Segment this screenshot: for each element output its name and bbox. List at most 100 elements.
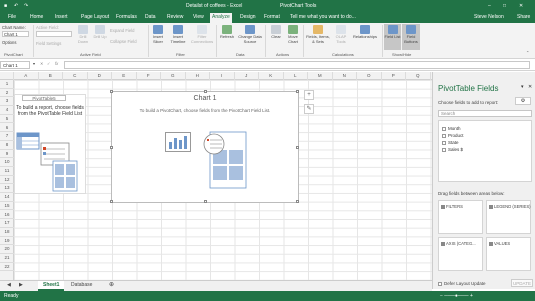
row-header[interactable]: 11 bbox=[0, 167, 14, 176]
tell-me-search[interactable]: Tell me what you want to do... bbox=[288, 14, 358, 21]
column-header[interactable]: D bbox=[88, 72, 112, 80]
resize-handle-sw[interactable] bbox=[110, 200, 113, 203]
row-header[interactable]: 9 bbox=[0, 150, 14, 159]
column-header[interactable]: O bbox=[357, 72, 382, 80]
tab-format[interactable]: Format bbox=[262, 14, 282, 21]
resize-handle-nw[interactable] bbox=[110, 90, 113, 93]
select-all-corner[interactable] bbox=[0, 72, 14, 80]
defer-layout-update[interactable]: Defer Layout Update bbox=[438, 281, 486, 286]
column-header[interactable]: P bbox=[382, 72, 406, 80]
cancel-icon[interactable]: ✕ bbox=[40, 61, 44, 66]
refresh-button[interactable]: Refresh bbox=[218, 25, 236, 40]
field-buttons-button[interactable]: Field Buttons bbox=[402, 24, 420, 50]
column-header[interactable]: M bbox=[308, 72, 333, 80]
row-header[interactable]: 20 bbox=[0, 245, 14, 254]
formula-input[interactable] bbox=[64, 61, 530, 69]
tab-data[interactable]: Data bbox=[143, 14, 158, 21]
name-box[interactable]: Chart 1 bbox=[0, 61, 30, 69]
row-header[interactable]: 10 bbox=[0, 158, 14, 167]
change-data-source-button[interactable]: Change Data Source bbox=[237, 25, 263, 44]
resize-handle-e[interactable] bbox=[296, 146, 299, 149]
column-header[interactable]: J bbox=[235, 72, 259, 80]
close-icon[interactable]: ✕ bbox=[519, 3, 523, 9]
column-header[interactable]: H bbox=[186, 72, 210, 80]
row-header[interactable]: 1 bbox=[0, 80, 14, 89]
legend-area[interactable]: LEGEND (SERIES) bbox=[486, 200, 531, 234]
tab-analyze[interactable]: Analyze bbox=[210, 13, 232, 23]
olap-tools-button[interactable]: OLAP Tools bbox=[333, 25, 349, 44]
pane-settings-button[interactable]: ⚙ bbox=[515, 97, 531, 105]
column-header[interactable]: C bbox=[63, 72, 88, 80]
namebox-dropdown-icon[interactable]: ▾ bbox=[33, 61, 35, 66]
insert-timeline-button[interactable]: Insert Timeline bbox=[168, 25, 188, 44]
tab-view[interactable]: View bbox=[191, 14, 206, 21]
options-button[interactable]: Options bbox=[2, 40, 16, 45]
undo-icon[interactable]: ↶ bbox=[14, 3, 18, 9]
redo-icon[interactable]: ↷ bbox=[24, 3, 28, 9]
collapse-field-button[interactable]: Collapse Field bbox=[110, 39, 137, 44]
column-header[interactable]: G bbox=[161, 72, 186, 80]
column-header[interactable]: K bbox=[259, 72, 284, 80]
tab-file[interactable]: File bbox=[6, 14, 18, 21]
fields-items-sets-button[interactable]: Fields, Items, & Sets bbox=[305, 25, 331, 44]
tab-insert[interactable]: Insert bbox=[53, 14, 70, 21]
row-header[interactable]: 21 bbox=[0, 254, 14, 263]
row-header[interactable]: 5 bbox=[0, 115, 14, 124]
drill-up-button[interactable]: Drill Up bbox=[92, 25, 108, 40]
function-icon[interactable]: fx bbox=[55, 61, 58, 66]
filter-connections-button[interactable]: Filter Connections bbox=[190, 25, 214, 44]
field-settings-button[interactable]: Field Settings bbox=[36, 41, 61, 46]
chart-title[interactable]: Chart 1 bbox=[112, 95, 298, 102]
chart-elements-button[interactable]: + bbox=[304, 90, 314, 100]
active-field-input[interactable] bbox=[36, 31, 72, 37]
row-header[interactable]: 17 bbox=[0, 219, 14, 228]
field-item-sales[interactable]: Sales $ bbox=[442, 147, 463, 152]
row-header[interactable]: 14 bbox=[0, 193, 14, 202]
checkbox-icon[interactable] bbox=[438, 281, 442, 286]
row-header[interactable]: 8 bbox=[0, 141, 14, 150]
collapse-ribbon-icon[interactable]: ⌃ bbox=[526, 50, 530, 55]
checkbox-icon[interactable] bbox=[442, 140, 446, 145]
field-list-button[interactable]: Field List bbox=[384, 24, 401, 50]
column-header[interactable]: Q bbox=[406, 72, 431, 80]
enter-icon[interactable]: ✓ bbox=[47, 61, 51, 66]
resize-handle-w[interactable] bbox=[110, 146, 113, 149]
column-header[interactable]: E bbox=[112, 72, 137, 80]
field-search-input[interactable]: Search bbox=[438, 110, 532, 117]
user-name[interactable]: Steve Nelson bbox=[472, 14, 506, 21]
chart-name-input[interactable]: Chart 1 bbox=[2, 31, 29, 37]
zoom-slider[interactable]: − ───●─── + bbox=[440, 293, 473, 299]
column-header[interactable]: F bbox=[137, 72, 161, 80]
sheet-tab-sheet1[interactable]: Sheet1 bbox=[38, 281, 65, 291]
checkbox-icon[interactable] bbox=[442, 147, 446, 152]
checkbox-icon[interactable] bbox=[442, 126, 446, 131]
row-header[interactable]: 18 bbox=[0, 228, 14, 237]
relationships-button[interactable]: Relationships bbox=[350, 25, 380, 40]
field-item-product[interactable]: Product bbox=[442, 133, 464, 138]
share-button[interactable]: Share bbox=[515, 14, 532, 21]
pivotchart[interactable]: Chart 1 To build a PivotChart, choose fi… bbox=[110, 90, 299, 203]
tab-design[interactable]: Design bbox=[238, 14, 258, 21]
checkbox-icon[interactable] bbox=[442, 133, 446, 138]
row-header[interactable]: 22 bbox=[0, 263, 14, 272]
tab-page-layout[interactable]: Page Layout bbox=[79, 14, 111, 21]
field-item-month[interactable]: Month bbox=[442, 126, 461, 131]
chart-styles-button[interactable]: ✎ bbox=[304, 104, 314, 114]
field-item-state[interactable]: State bbox=[442, 140, 459, 145]
values-area[interactable]: VALUES bbox=[486, 237, 531, 271]
update-button[interactable]: UPDATE bbox=[511, 279, 533, 287]
column-header[interactable]: I bbox=[210, 72, 235, 80]
minimize-icon[interactable]: – bbox=[488, 3, 491, 9]
insert-slicer-button[interactable]: Insert Slicer bbox=[150, 25, 166, 44]
column-header[interactable]: A bbox=[14, 72, 39, 80]
row-header[interactable]: 19 bbox=[0, 237, 14, 246]
row-header[interactable]: 13 bbox=[0, 184, 14, 194]
column-header[interactable]: B bbox=[39, 72, 63, 80]
drill-down-button[interactable]: Drill Down bbox=[75, 25, 91, 44]
resize-handle-n[interactable] bbox=[204, 90, 207, 93]
axis-area[interactable]: AXIS (CATEG... bbox=[438, 237, 483, 271]
row-header[interactable]: 4 bbox=[0, 106, 14, 115]
filters-area[interactable]: FILTERS bbox=[438, 200, 483, 234]
row-header[interactable]: 7 bbox=[0, 132, 14, 141]
tab-formulas[interactable]: Formulas bbox=[114, 14, 139, 21]
